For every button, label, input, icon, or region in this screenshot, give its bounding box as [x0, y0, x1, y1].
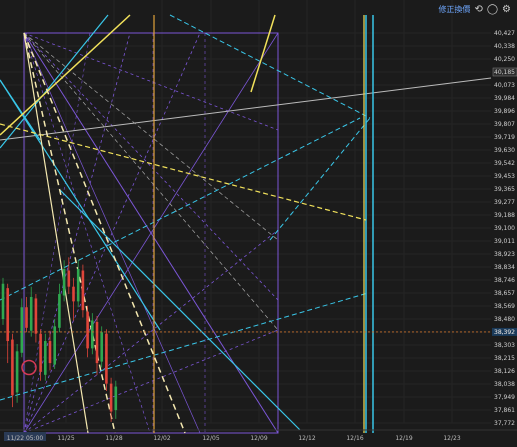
candle-body: [29, 296, 33, 331]
x-tick-label: 12/09: [250, 435, 267, 442]
y-tick-label: 38,215: [494, 355, 515, 362]
candle-body: [100, 332, 103, 362]
adjust-price-label[interactable]: 修正換價: [438, 4, 470, 15]
x-tick-label: 12/05: [202, 435, 219, 442]
y-tick-label: 38,834: [494, 264, 515, 271]
chart-canvas[interactable]: 38,392 40,427 40,338 40,250 40,185 40,073 39,…: [0, 0, 517, 447]
y-tick-label: 38,569: [494, 303, 515, 310]
x-tick-label: 11/22 05:00: [7, 435, 44, 442]
undo-icon[interactable]: ⟲: [474, 4, 482, 15]
y-tick-label: 39,277: [494, 199, 515, 206]
candle-body: [39, 333, 42, 372]
candle-body: [15, 351, 19, 393]
y-tick-label: 40,250: [494, 56, 515, 63]
candle-body: [86, 311, 89, 349]
y-tick-label: 40,427: [494, 30, 515, 37]
y-tick-label: 38,746: [494, 277, 515, 284]
y-tick-label: 38,657: [494, 290, 515, 297]
chart-area[interactable]: 38,392 40,427 40,338 40,250 40,185 40,073 39,…: [0, 0, 517, 447]
y-tick-label: 38,923: [494, 251, 515, 258]
y-tick-label: 37,772: [494, 420, 515, 427]
candle-body: [58, 294, 61, 328]
candle-body: [91, 320, 94, 349]
y-tick-label: 37,949: [494, 394, 515, 401]
candle-body: [81, 270, 85, 311]
y-tick-label: 40,073: [494, 82, 515, 89]
y-tick-label: 39,984: [494, 95, 515, 102]
candle-body: [1, 283, 5, 319]
y-tick-label: 38,303: [494, 342, 515, 349]
x-tick-label: 12/19: [395, 435, 412, 442]
y-tick-label: 39,365: [494, 186, 515, 193]
candle-body: [6, 288, 9, 342]
candle-body: [34, 298, 38, 334]
y-tick-label: 38,392: [494, 329, 515, 336]
candle-body: [67, 270, 71, 287]
x-tick-label: 12/16: [346, 435, 363, 442]
y-tick-label: 39,630: [494, 147, 515, 154]
y-tick-label: 39,100: [494, 225, 515, 232]
candle-body: [109, 383, 113, 412]
chart-toolbar: 修正換價 ⟲ ◯ ⚙: [438, 4, 511, 15]
candle-body: [76, 269, 80, 302]
y-tick-label: 39,719: [494, 134, 515, 141]
y-tick-label: 39,896: [494, 108, 515, 115]
x-tick-label: 12/02: [153, 435, 170, 442]
y-tick-label: 38,126: [494, 368, 515, 375]
candle-body: [20, 307, 24, 353]
settings-icon[interactable]: ⚙: [502, 4, 511, 15]
redo-icon[interactable]: ◯: [487, 4, 498, 15]
y-tick-label: 39,453: [494, 173, 515, 180]
y-tick-label: 40,338: [494, 43, 515, 50]
y-tick-label: 39,542: [494, 160, 515, 167]
candle-body: [25, 307, 28, 328]
y-tick-label: 38,038: [494, 381, 515, 388]
x-tick-label: 12/12: [298, 435, 315, 442]
y-tick-label: 39,188: [494, 212, 515, 219]
x-tick-label: 12/23: [443, 435, 460, 442]
y-tick-label: 39,807: [494, 121, 515, 128]
candle-body: [114, 386, 118, 411]
candle-body: [105, 333, 108, 384]
candle-body: [44, 341, 47, 375]
candle-body: [95, 321, 99, 364]
candle-body: [62, 269, 66, 296]
y-tick-label: 37,861: [494, 407, 515, 414]
x-tick-label: 11/25: [57, 435, 74, 442]
candle-body: [48, 341, 52, 364]
candle-body: [72, 286, 75, 302]
y-tick-label: 40,185: [494, 69, 515, 76]
candle-body: [11, 339, 14, 396]
y-tick-label: 38,480: [494, 316, 515, 323]
y-tick-label: 39,011: [494, 238, 515, 245]
x-tick-label: 11/28: [105, 435, 122, 442]
